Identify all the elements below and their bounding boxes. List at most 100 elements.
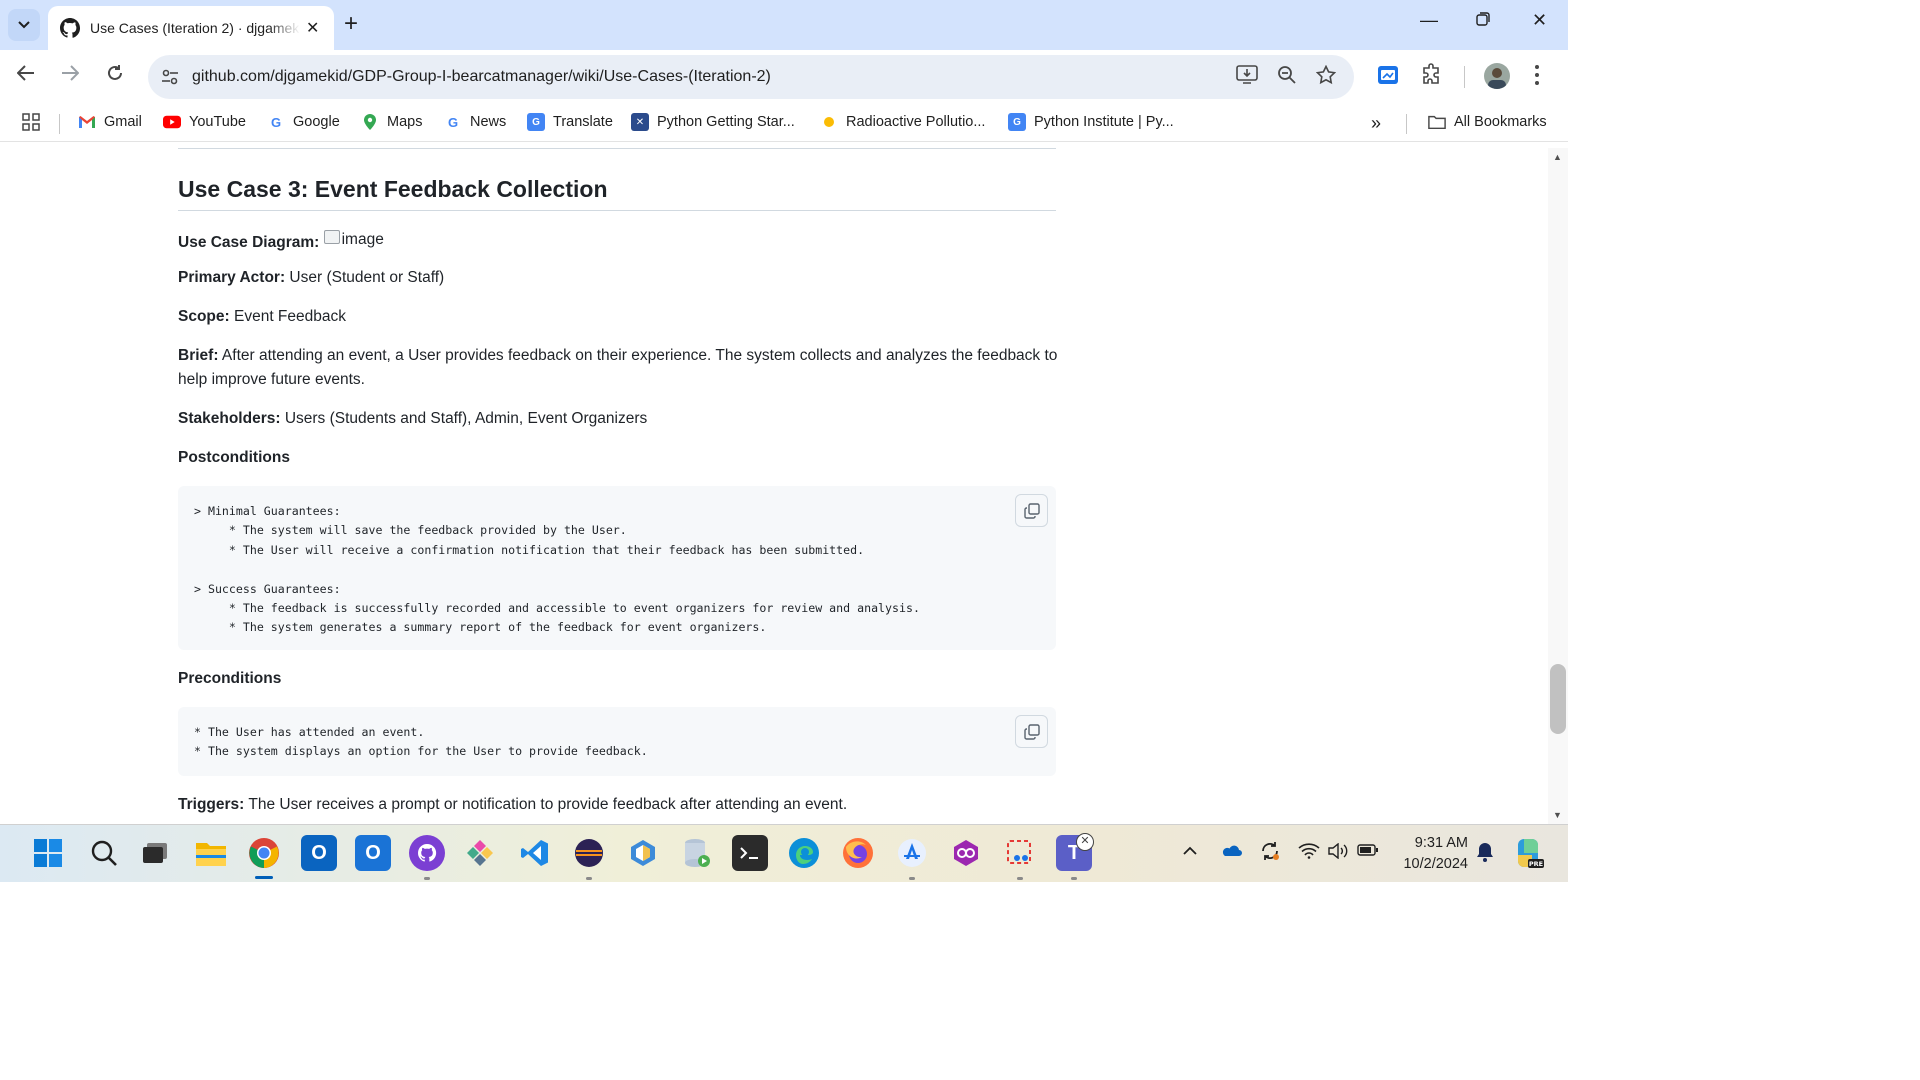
translate-icon: G bbox=[527, 113, 545, 131]
triggers-label: Triggers: bbox=[178, 796, 245, 813]
page-content: Use Case 3: Event Feedback Collection Us… bbox=[0, 148, 1548, 824]
diagram-label: Use Case Diagram: bbox=[178, 234, 320, 251]
folder-icon bbox=[1428, 113, 1446, 131]
search-icon[interactable] bbox=[86, 835, 122, 871]
bookmark-news[interactable]: G News bbox=[444, 113, 506, 131]
bookmark-radioactive-pollution[interactable]: Radioactive Pollutio... bbox=[820, 113, 985, 131]
outlook-new-icon[interactable]: O bbox=[355, 835, 391, 871]
chrome-icon[interactable] bbox=[246, 835, 282, 871]
svg-text:PRE: PRE bbox=[1529, 860, 1543, 868]
preconditions-heading: Preconditions bbox=[178, 670, 282, 687]
back-button[interactable] bbox=[16, 64, 35, 87]
running-indicator bbox=[1071, 877, 1077, 880]
bookmark-youtube[interactable]: YouTube bbox=[163, 113, 246, 131]
broken-image[interactable]: image bbox=[323, 228, 384, 252]
github-desktop-icon[interactable] bbox=[409, 835, 445, 871]
app-store-icon[interactable] bbox=[894, 835, 930, 871]
scope-label: Scope: bbox=[178, 308, 230, 325]
task-view-icon[interactable] bbox=[137, 835, 173, 871]
notification-bell-icon[interactable] bbox=[1476, 842, 1494, 867]
bookmark-google[interactable]: G Google bbox=[267, 113, 340, 131]
firefox-icon[interactable] bbox=[840, 835, 876, 871]
site-settings-icon[interactable] bbox=[160, 67, 180, 87]
edge-icon[interactable] bbox=[786, 835, 822, 871]
apps-grid-icon[interactable] bbox=[22, 113, 40, 131]
volume-icon[interactable] bbox=[1328, 842, 1350, 864]
profile-avatar[interactable] bbox=[1484, 63, 1510, 89]
forward-button[interactable] bbox=[61, 64, 80, 87]
scroll-up-arrow-icon[interactable]: ▲ bbox=[1553, 152, 1562, 162]
battery-icon[interactable] bbox=[1357, 843, 1379, 862]
dev-app-icon[interactable] bbox=[948, 835, 984, 871]
tab-close-icon[interactable]: ✕ bbox=[306, 18, 319, 38]
tray-overflow-chevron-icon[interactable] bbox=[1183, 843, 1197, 861]
all-bookmarks-button[interactable]: All Bookmarks bbox=[1428, 113, 1547, 131]
hexagon-app-icon[interactable] bbox=[625, 835, 661, 871]
extension-icon[interactable] bbox=[1376, 63, 1402, 89]
heading-underline bbox=[178, 210, 1056, 211]
install-app-icon[interactable] bbox=[1236, 65, 1258, 90]
close-window-button[interactable]: ✕ bbox=[1532, 10, 1547, 31]
scrollbar-thumb[interactable] bbox=[1550, 664, 1566, 734]
wifi-icon[interactable] bbox=[1298, 843, 1320, 864]
scroll-down-arrow-icon[interactable]: ▼ bbox=[1553, 810, 1562, 820]
copy-button[interactable] bbox=[1015, 715, 1048, 748]
minimize-button[interactable]: — bbox=[1420, 10, 1438, 31]
menu-kebab-icon[interactable] bbox=[1534, 64, 1540, 91]
sun-icon bbox=[820, 113, 838, 131]
restore-icon bbox=[1476, 12, 1490, 26]
windows-start-icon[interactable] bbox=[30, 835, 66, 871]
copy-button[interactable] bbox=[1015, 494, 1048, 527]
bookmark-star-icon[interactable] bbox=[1315, 64, 1337, 90]
bookmarks-bar: Gmail YouTube G Google Maps G News G Tra… bbox=[0, 104, 1568, 142]
postconditions-code-block: > Minimal Guarantees: * The system will … bbox=[178, 486, 1056, 650]
tab-search-button[interactable] bbox=[8, 9, 40, 41]
postconditions-code: > Minimal Guarantees: * The system will … bbox=[194, 504, 920, 635]
database-app-icon[interactable] bbox=[679, 835, 715, 871]
bookmark-python-institute[interactable]: G Python Institute | Py... bbox=[1008, 113, 1174, 131]
bookmark-gmail[interactable]: Gmail bbox=[78, 113, 142, 131]
chevron-down-icon bbox=[18, 21, 30, 29]
restore-button[interactable] bbox=[1476, 10, 1490, 31]
translate-icon: G bbox=[1008, 113, 1026, 131]
file-explorer-icon[interactable] bbox=[193, 835, 229, 871]
browser-window: Use Cases (Iteration 2) · djgamekid/GDP-… bbox=[0, 0, 1568, 824]
eclipse-icon[interactable] bbox=[571, 835, 607, 871]
onedrive-icon[interactable] bbox=[1220, 843, 1242, 862]
clock-date: 10/2/2024 bbox=[1403, 856, 1468, 872]
new-tab-button[interactable]: + bbox=[344, 12, 358, 36]
gmail-icon bbox=[78, 113, 96, 131]
sync-icon[interactable] bbox=[1259, 840, 1281, 867]
tab-active[interactable]: Use Cases (Iteration 2) · djgamekid/GDP-… bbox=[48, 6, 334, 50]
reload-icon bbox=[108, 65, 122, 80]
broken-image-icon bbox=[323, 230, 340, 244]
primary-actor-value: User (Student or Staff) bbox=[285, 269, 445, 286]
taskbar-clock[interactable]: 9:31 AM 10/2/2024 bbox=[1392, 833, 1468, 875]
copy-icon bbox=[1023, 502, 1040, 519]
reload-button[interactable] bbox=[106, 64, 124, 88]
youtube-icon bbox=[163, 113, 181, 131]
extensions-puzzle-icon[interactable] bbox=[1420, 63, 1446, 89]
toolbar-divider bbox=[1464, 66, 1465, 88]
address-bar[interactable]: github.com/djgamekid/GDP-Group-I-bearcat… bbox=[148, 55, 1354, 99]
snipping-tool-icon[interactable] bbox=[1002, 835, 1038, 871]
outlook-icon[interactable]: O bbox=[301, 835, 337, 871]
triggers-row: Triggers: The User receives a prompt or … bbox=[178, 793, 1058, 817]
terminal-icon[interactable] bbox=[732, 835, 768, 871]
copy-icon bbox=[1023, 723, 1040, 740]
bookmarks-overflow-icon[interactable]: » bbox=[1371, 113, 1381, 134]
zoom-icon[interactable] bbox=[1277, 65, 1297, 90]
primary-actor-label: Primary Actor: bbox=[178, 269, 286, 286]
bookmark-translate[interactable]: G Translate bbox=[527, 113, 613, 131]
bookmark-maps[interactable]: Maps bbox=[361, 113, 422, 131]
page-scrollbar[interactable]: ▲ ▼ bbox=[1548, 148, 1568, 824]
stakeholders-label: Stakeholders: bbox=[178, 410, 281, 427]
vscode-icon[interactable] bbox=[517, 835, 553, 871]
brief-value: After attending an event, a User provide… bbox=[178, 347, 1058, 388]
bookmark-python-getting-started[interactable]: ✕ Python Getting Star... bbox=[631, 113, 795, 131]
bookmarks-divider bbox=[59, 114, 60, 134]
close-badge-icon[interactable]: ✕ bbox=[1076, 833, 1094, 851]
page-heading: Use Case 3: Event Feedback Collection bbox=[178, 176, 608, 202]
copilot-icon[interactable]: PRE bbox=[1512, 837, 1544, 874]
git-kraken-icon[interactable] bbox=[462, 835, 498, 871]
